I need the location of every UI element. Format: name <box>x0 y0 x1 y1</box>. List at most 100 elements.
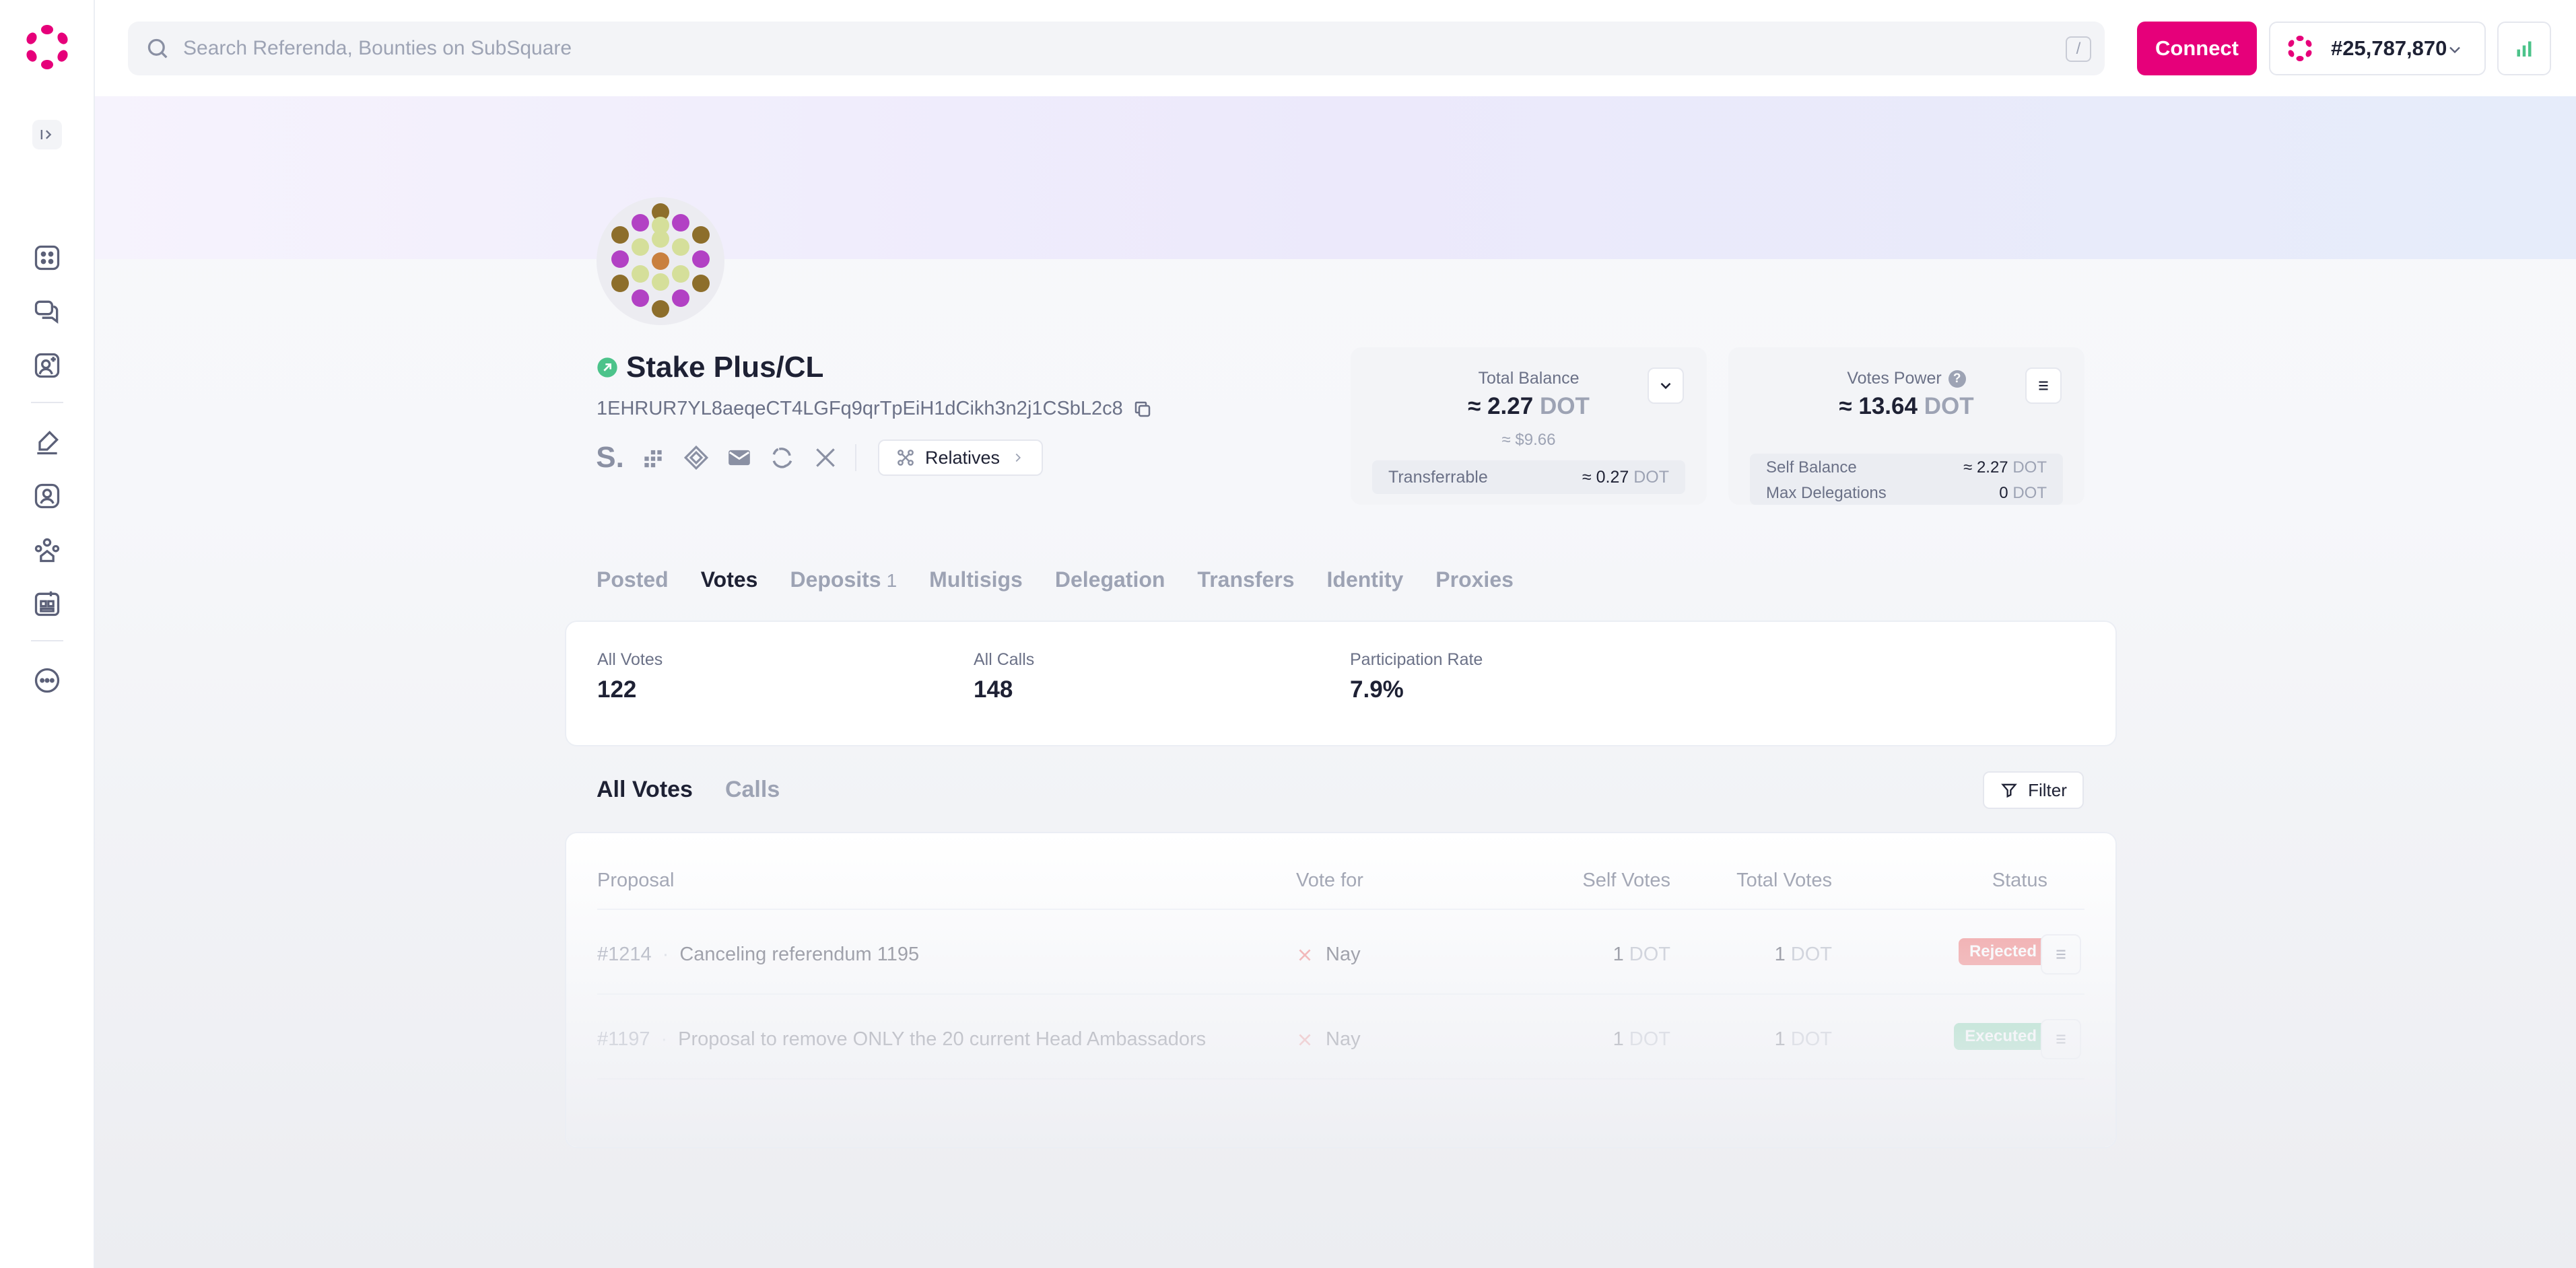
status-badge: Rejected <box>1958 938 2047 965</box>
header-vote-for: Vote for <box>1296 870 1363 891</box>
identity-row: Stake Plus/CL <box>597 351 823 384</box>
help-icon[interactable]: ? <box>1948 370 1966 388</box>
votes-subtabs: All Votes Calls <box>597 777 812 803</box>
row-menu-button[interactable] <box>2041 1019 2081 1059</box>
twitter-x-icon[interactable] <box>812 444 839 471</box>
chevron-down-icon <box>1660 382 1671 390</box>
menu-icon <box>2039 381 2048 390</box>
top-header: Search Referenda, Bounties on SubSquare … <box>95 0 2576 96</box>
search-placeholder: Search Referenda, Bounties on SubSquare <box>183 37 572 59</box>
divider <box>855 444 856 471</box>
polkadot-logo-icon[interactable] <box>24 24 70 70</box>
tab-votes[interactable]: Votes <box>701 567 758 592</box>
stat-all-calls: All Calls 148 <box>974 650 1035 703</box>
avatar <box>597 197 724 325</box>
menu-icon <box>2056 950 2066 959</box>
network-status-button[interactable] <box>2497 22 2551 75</box>
account-address: 1EHRUR7YL8aeqeCT4LGFq9qrTpEiH1dCikh3n2j1… <box>597 398 1123 419</box>
sidebar-divider <box>31 640 63 641</box>
element-icon[interactable] <box>769 444 796 471</box>
header-status: Status <box>1992 870 2047 891</box>
expand-balance-button[interactable] <box>1648 367 1684 404</box>
polkadot-chain-icon <box>2288 36 2312 61</box>
statescan-link-icon[interactable] <box>640 444 667 471</box>
filter-icon <box>2001 783 2017 798</box>
profile-tabs: Posted Votes Deposits 1 Multisigs Delegat… <box>597 567 1546 592</box>
vote-cell: Nay <box>1296 1028 1361 1051</box>
tab-calls[interactable]: Calls <box>725 777 780 803</box>
search-shortcut-key: / <box>2066 36 2091 62</box>
nay-icon <box>1299 948 1311 961</box>
transferrable-row: Transferrable ≈ 0.27 DOT <box>1372 460 1685 494</box>
stat-all-votes: All Votes 122 <box>597 650 663 703</box>
chevron-down-icon <box>2449 46 2460 54</box>
transferrable-value: ≈ 0.27 DOT <box>1582 467 1669 487</box>
transferrable-label: Transferrable <box>1388 467 1488 487</box>
profile-icon[interactable] <box>31 349 63 382</box>
tab-delegation[interactable]: Delegation <box>1055 567 1165 592</box>
status-cell: Rejected <box>1845 938 2047 965</box>
max-delegations-row: Max Delegations 0 DOT <box>1766 484 2047 502</box>
tab-posted[interactable]: Posted <box>597 567 669 592</box>
governance-icon[interactable] <box>31 426 63 458</box>
tab-identity[interactable]: Identity <box>1327 567 1404 592</box>
sidebar-divider <box>31 402 63 403</box>
dotreasury-link-icon[interactable] <box>683 444 710 471</box>
status-badge: Executed <box>1954 1023 2047 1050</box>
search-input[interactable]: Search Referenda, Bounties on SubSquare … <box>128 22 2105 75</box>
social-links: S. Relatives <box>596 439 1044 476</box>
treasury-icon[interactable] <box>31 588 63 620</box>
discussions-icon[interactable] <box>31 295 63 328</box>
total-votes-cell: 1 DOT <box>1774 944 1832 965</box>
more-icon[interactable] <box>31 664 63 697</box>
tab-proxies[interactable]: Proxies <box>1435 567 1514 592</box>
search-icon <box>147 38 168 59</box>
chain-selector[interactable]: #25,787,870 <box>2269 22 2486 75</box>
status-cell: Executed <box>1845 1023 2047 1050</box>
chevron-right-icon <box>1015 453 1021 462</box>
tab-transfers[interactable]: Transfers <box>1197 567 1294 592</box>
table-row[interactable]: #1197 · Proposal to remove ONLY the 20 cur… <box>566 995 2115 1080</box>
vote-cell: Nay <box>1296 944 1361 966</box>
self-balance-row: Self Balance ≈ 2.27 DOT <box>1766 458 2047 477</box>
row-menu-button[interactable] <box>2041 934 2081 975</box>
tab-all-votes[interactable]: All Votes <box>597 777 693 803</box>
app-root: Search Referenda, Bounties on SubSquare … <box>0 0 2576 1268</box>
apps-icon[interactable] <box>31 242 63 274</box>
votes-power-menu-button[interactable] <box>2025 367 2062 404</box>
verified-icon <box>597 357 617 378</box>
proposal-cell[interactable]: #1197 · Proposal to remove ONLY the 20 cur… <box>597 1028 1206 1051</box>
sidebar-toggle-icon[interactable] <box>32 120 62 149</box>
total-balance-card: Total Balance ≈ 2.27 DOT ≈ $9.66 Transfe… <box>1351 347 1707 505</box>
block-number: #25,787,870 <box>2331 36 2447 60</box>
fellowship-icon[interactable] <box>31 480 63 512</box>
copy-icon[interactable] <box>1132 399 1153 419</box>
main-content: Stake Plus/CL 1EHRUR7YL8aeqeCT4LGFq9qrTp… <box>95 96 2576 1268</box>
stat-participation-rate: Participation Rate 7.9% <box>1350 650 1483 703</box>
connect-button[interactable]: Connect <box>2137 22 2257 75</box>
address-row: 1EHRUR7YL8aeqeCT4LGFq9qrTpEiH1dCikh3n2j1… <box>597 398 1153 420</box>
votes-power-card: Votes Power? ≈ 13.64 DOT Self Balance ≈ … <box>1728 347 2084 505</box>
total-balance-usd: ≈ $9.66 <box>1501 431 1556 449</box>
filter-button[interactable]: Filter <box>1983 771 2084 809</box>
votes-power-details: Self Balance ≈ 2.27 DOT Max Delegations … <box>1750 454 2063 505</box>
relatives-button[interactable]: Relatives <box>878 439 1044 476</box>
subscan-link-icon[interactable]: S. <box>596 443 624 472</box>
ambassador-icon[interactable] <box>31 534 63 566</box>
profile-banner <box>95 96 2576 259</box>
relatives-label: Relatives <box>925 447 1001 468</box>
email-icon[interactable] <box>726 444 753 471</box>
table-row[interactable]: #1214 · Canceling referendum 1195 Nay 1 DO… <box>566 910 2115 995</box>
table-header: Proposal Vote for Self Votes Total Votes… <box>566 833 2115 910</box>
relatives-icon <box>897 450 914 466</box>
header-total-votes: Total Votes <box>1736 870 1832 891</box>
nay-icon <box>1299 1033 1311 1046</box>
sidebar <box>0 0 95 1268</box>
votes-table: Proposal Vote for Self Votes Total Votes… <box>565 832 2117 1148</box>
tab-multisigs[interactable]: Multisigs <box>929 567 1023 592</box>
proposal-cell[interactable]: #1214 · Canceling referendum 1195 <box>597 944 919 966</box>
total-votes-cell: 1 DOT <box>1774 1028 1832 1050</box>
menu-icon <box>2056 1034 2066 1044</box>
tab-deposits[interactable]: Deposits 1 <box>790 567 897 592</box>
bar-chart-icon <box>2517 41 2532 57</box>
